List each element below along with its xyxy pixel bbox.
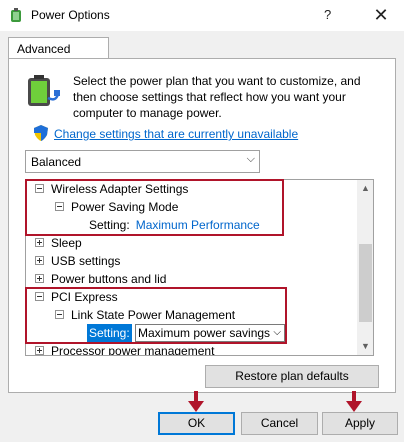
title-bar: Power Options ? ✕	[0, 0, 404, 31]
collapse-icon[interactable]	[35, 184, 44, 194]
cancel-button[interactable]: Cancel	[241, 412, 318, 435]
power-plan-select[interactable]: Balanced ⌵	[25, 150, 260, 173]
expand-icon[interactable]	[35, 238, 44, 248]
tree-item-link-state[interactable]: Link State Power Management	[55, 306, 235, 324]
tree-setting-pci[interactable]: Setting: Maximum power savings ⌵	[87, 324, 357, 342]
help-button[interactable]: ?	[324, 7, 331, 22]
link-state-value: Maximum power savings	[138, 326, 271, 340]
tree-item-sleep[interactable]: Sleep	[35, 234, 82, 252]
collapse-icon[interactable]	[55, 310, 64, 320]
window-title: Power Options	[31, 8, 110, 22]
collapse-icon[interactable]	[35, 292, 44, 302]
settings-tree[interactable]: Wireless Adapter Settings Power Saving M…	[25, 179, 374, 356]
tab-advanced-settings[interactable]: Advanced settings	[8, 37, 109, 70]
scroll-down-arrow-icon[interactable]: ▼	[357, 338, 373, 355]
chevron-down-icon: ⌵	[273, 327, 281, 338]
expand-icon[interactable]	[35, 256, 44, 266]
expand-icon[interactable]	[35, 346, 44, 355]
tree-item-wireless-adapter[interactable]: Wireless Adapter Settings	[35, 180, 188, 198]
close-button[interactable]: ✕	[366, 2, 396, 28]
scroll-up-arrow-icon[interactable]: ▲	[357, 180, 373, 197]
expand-icon[interactable]	[35, 274, 44, 284]
description-text: Select the power plan that you want to c…	[73, 74, 361, 120]
setting-label: Setting:	[89, 218, 130, 232]
setting-value-link[interactable]: Maximum Performance	[136, 218, 260, 232]
tree-item-usb-settings[interactable]: USB settings	[35, 252, 120, 270]
red-arrow-down-icon	[188, 391, 204, 412]
tree-item-processor[interactable]: Processor power management	[35, 342, 214, 355]
collapse-icon[interactable]	[55, 202, 64, 212]
power-options-icon	[11, 8, 21, 22]
tree-setting-wireless[interactable]: Setting: Maximum Performance	[89, 216, 260, 234]
power-plan-value: Balanced	[31, 155, 82, 169]
red-arrow-down-icon	[346, 391, 362, 412]
restore-plan-defaults-button[interactable]: Restore plan defaults	[205, 365, 379, 388]
tree-item-power-saving-mode[interactable]: Power Saving Mode	[55, 198, 178, 216]
uac-shield-icon	[34, 125, 48, 141]
scrollbar-thumb[interactable]	[359, 244, 372, 322]
tree-item-pci-express[interactable]: PCI Express	[35, 288, 118, 306]
apply-button[interactable]: Apply	[322, 412, 398, 435]
change-settings-link[interactable]: Change settings that are currently unava…	[54, 127, 298, 141]
link-state-select[interactable]: Maximum power savings ⌵	[135, 324, 285, 342]
vertical-scrollbar[interactable]: ▲ ▼	[357, 180, 373, 355]
setting-label-selected: Setting:	[87, 324, 132, 342]
tree-item-power-buttons[interactable]: Power buttons and lid	[35, 270, 166, 288]
ok-button[interactable]: OK	[158, 412, 235, 435]
chevron-down-icon: ⌵	[246, 153, 255, 165]
battery-plug-icon	[28, 75, 60, 106]
